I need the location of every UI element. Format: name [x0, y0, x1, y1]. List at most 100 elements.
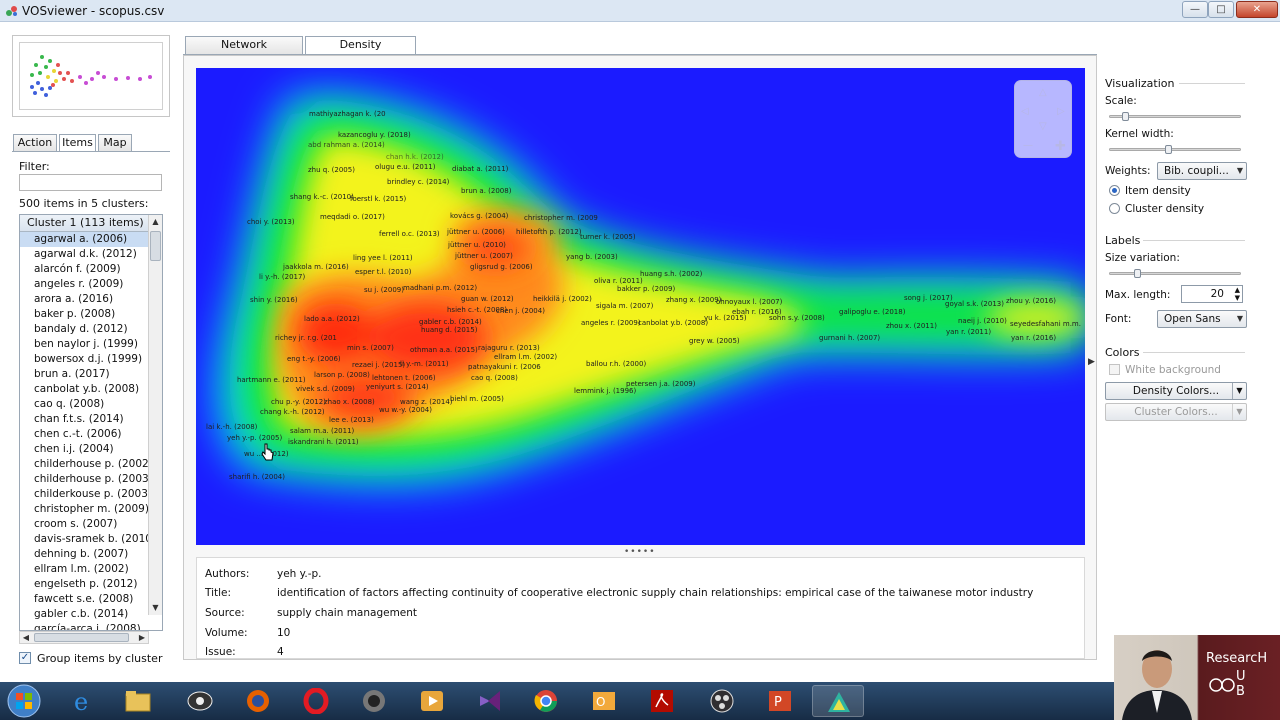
overview-thumbnail[interactable]	[12, 35, 170, 117]
list-item[interactable]: arora a. (2016)	[20, 292, 149, 307]
tab-density-visualization[interactable]: Density Visualization	[305, 36, 416, 67]
density-item-label[interactable]: rezaei j. (2015)	[352, 361, 405, 369]
zoom-pan-control[interactable]: △ ◁ ▷ ▽ — ✚	[1014, 80, 1072, 158]
max-length-spinner[interactable]: 20 ▲ ▼	[1181, 285, 1243, 303]
density-item-label[interactable]: bakker p. (2009)	[617, 285, 675, 293]
list-item[interactable]: dehning b. (2007)	[20, 547, 149, 562]
item-list[interactable]: Cluster 1 (113 items) agarwal a. (2006) a…	[19, 214, 163, 631]
group-by-cluster-checkbox[interactable]: ✓	[19, 652, 31, 664]
density-item-label[interactable]: li y.-m. (2011)	[400, 360, 449, 368]
density-item-label[interactable]: galipoglu e. (2018)	[839, 308, 906, 316]
scale-slider-knob[interactable]	[1121, 112, 1129, 121]
density-item-label[interactable]: yang b. (2003)	[566, 253, 618, 261]
density-item-label[interactable]: brun a. (2008)	[461, 187, 512, 195]
density-item-label[interactable]: eng t.-y. (2006)	[287, 355, 341, 363]
scroll-left-icon[interactable]: ◀	[20, 632, 32, 643]
scroll-down-icon[interactable]: ▼	[149, 601, 162, 615]
list-item[interactable]: cao q. (2008)	[20, 397, 149, 412]
density-item-label[interactable]: gurnani h. (2007)	[819, 334, 880, 342]
list-item[interactable]: engelseth p. (2012)	[20, 577, 149, 592]
list-item[interactable]: childerhouse p. (2002)	[20, 457, 149, 472]
density-item-label[interactable]: min s. (2007)	[347, 344, 394, 352]
hscroll-thumb[interactable]	[34, 633, 129, 642]
horizontal-scrollbar[interactable]: ◀ ▶	[19, 631, 149, 644]
vertical-scrollbar[interactable]: ▲ ▼	[148, 215, 162, 615]
kernel-width-slider[interactable]	[1109, 148, 1241, 151]
list-item[interactable]: croom s. (2007)	[20, 517, 149, 532]
list-item[interactable]: childerkouse p. (2003)	[20, 487, 149, 502]
list-item[interactable]: davis-sramek b. (2010)	[20, 532, 149, 547]
obs-icon[interactable]	[696, 685, 748, 717]
spinner-arrows-icon[interactable]: ▲ ▼	[1235, 286, 1240, 302]
density-item-label[interactable]: chan h.k. (2012)	[386, 153, 444, 161]
density-item-label[interactable]: biehl m. (2005)	[450, 395, 504, 403]
density-item-label[interactable]: li y.-h. (2017)	[259, 273, 305, 281]
white-background-checkbox[interactable]	[1109, 364, 1120, 375]
density-item-label[interactable]: meqdadi o. (2017)	[320, 213, 385, 221]
vosviewer-taskbar-icon[interactable]	[812, 685, 864, 717]
camera-icon[interactable]	[348, 685, 400, 717]
density-item-label[interactable]: ellram l.m. (2002)	[494, 353, 557, 361]
density-item-label[interactable]: richey jr. r.g. (201	[275, 334, 337, 342]
density-item-label[interactable]: iskandrani h. (2011)	[288, 438, 359, 446]
list-item[interactable]: alarcón f. (2009)	[20, 262, 149, 277]
density-item-label[interactable]: foerstl k. (2015)	[350, 195, 407, 203]
density-item-label[interactable]: esper t.l. (2010)	[355, 268, 412, 276]
density-item-label[interactable]: abd rahman a. (2014)	[308, 141, 385, 149]
tab-items[interactable]: Items	[59, 134, 96, 152]
powerpoint-icon[interactable]: P	[754, 685, 806, 717]
density-item-label[interactable]: naeij j. (2010)	[958, 317, 1007, 325]
cluster-density-radio[interactable]	[1109, 203, 1120, 214]
list-item[interactable]: ellram l.m. (2002)	[20, 562, 149, 577]
density-item-label[interactable]: cao q. (2008)	[471, 374, 518, 382]
scroll-up-icon[interactable]: ▲	[149, 215, 162, 229]
density-item-label[interactable]: sharifi h. (2004)	[229, 473, 285, 481]
list-item[interactable]: garcía-arca j. (2008)	[20, 622, 149, 630]
kernel-width-slider-knob[interactable]	[1165, 145, 1173, 154]
density-item-label[interactable]: jüttner u. (2006)	[446, 228, 505, 236]
density-item-label[interactable]: diabat a. (2011)	[452, 165, 509, 173]
density-item-label[interactable]: rajaguru r. (2013)	[478, 344, 540, 352]
density-colors-button[interactable]: Density Colors... ▼	[1105, 382, 1247, 400]
media-player-icon[interactable]	[406, 685, 458, 717]
density-item-label[interactable]: hilletofth p. (2012)	[516, 228, 582, 236]
density-item-label[interactable]: ohnoyaux l. (2007)	[716, 298, 783, 306]
pan-left-icon[interactable]: ◁	[1021, 106, 1029, 117]
screen-recorder-icon[interactable]	[174, 685, 226, 717]
list-item[interactable]: childerhouse p. (2003)	[20, 472, 149, 487]
list-item[interactable]: baker p. (2008)	[20, 307, 149, 322]
pan-down-icon[interactable]: ▽	[1039, 121, 1047, 132]
item-density-radio[interactable]	[1109, 185, 1120, 196]
density-item-label[interactable]: angeles r. (2009)	[581, 319, 641, 327]
list-item[interactable]: christopher m. (2009)	[20, 502, 149, 517]
density-item-label[interactable]: gabler c.b. (2014)	[419, 318, 482, 326]
density-item-label[interactable]: guan w. (2012)	[461, 295, 514, 303]
pan-up-icon[interactable]: △	[1039, 87, 1047, 98]
density-item-label[interactable]: chu p.-y. (2012)	[271, 398, 326, 406]
list-item[interactable]: canbolat y.b. (2008)	[20, 382, 149, 397]
density-item-label[interactable]: heikkilä j. (2002)	[533, 295, 592, 303]
density-item-label[interactable]: olugu e.u. (2011)	[375, 163, 436, 171]
cluster-header[interactable]: Cluster 1 (113 items)	[20, 215, 149, 232]
list-item[interactable]: angeles r. (2009)	[20, 277, 149, 292]
font-select[interactable]: Open Sans ▼	[1157, 310, 1247, 328]
density-item-label[interactable]: ling yee l. (2011)	[353, 254, 413, 262]
file-explorer-icon[interactable]	[112, 685, 164, 717]
filter-input[interactable]	[19, 174, 162, 191]
density-item-label[interactable]: wang z. (2014)	[400, 398, 453, 406]
density-item-label[interactable]: lado a.a. (2012)	[304, 315, 360, 323]
density-item-label[interactable]: yu k. (2015)	[704, 314, 747, 322]
density-item-label[interactable]: sohn s.y. (2008)	[769, 314, 825, 322]
density-item-label[interactable]: zhou y. (2016)	[1006, 297, 1056, 305]
density-item-label[interactable]: gligsrud g. (2006)	[470, 263, 533, 271]
list-item[interactable]: bowersox d.j. (1999)	[20, 352, 149, 367]
density-item-label[interactable]: kovács g. (2004)	[450, 212, 509, 220]
tab-network-visualization[interactable]: Network Visualization	[185, 36, 303, 67]
internet-explorer-icon[interactable]: e	[58, 685, 110, 717]
density-item-label[interactable]: lemmink j. (1996)	[574, 387, 636, 395]
density-item-label[interactable]: seyedesfahani m.m.	[1010, 320, 1081, 328]
density-item-label[interactable]: lee e. (2013)	[329, 416, 374, 424]
density-item-label[interactable]: othman a.a. (2015)	[410, 346, 478, 354]
firefox-icon[interactable]	[232, 685, 284, 717]
list-item[interactable]: chen i.j. (2004)	[20, 442, 149, 457]
